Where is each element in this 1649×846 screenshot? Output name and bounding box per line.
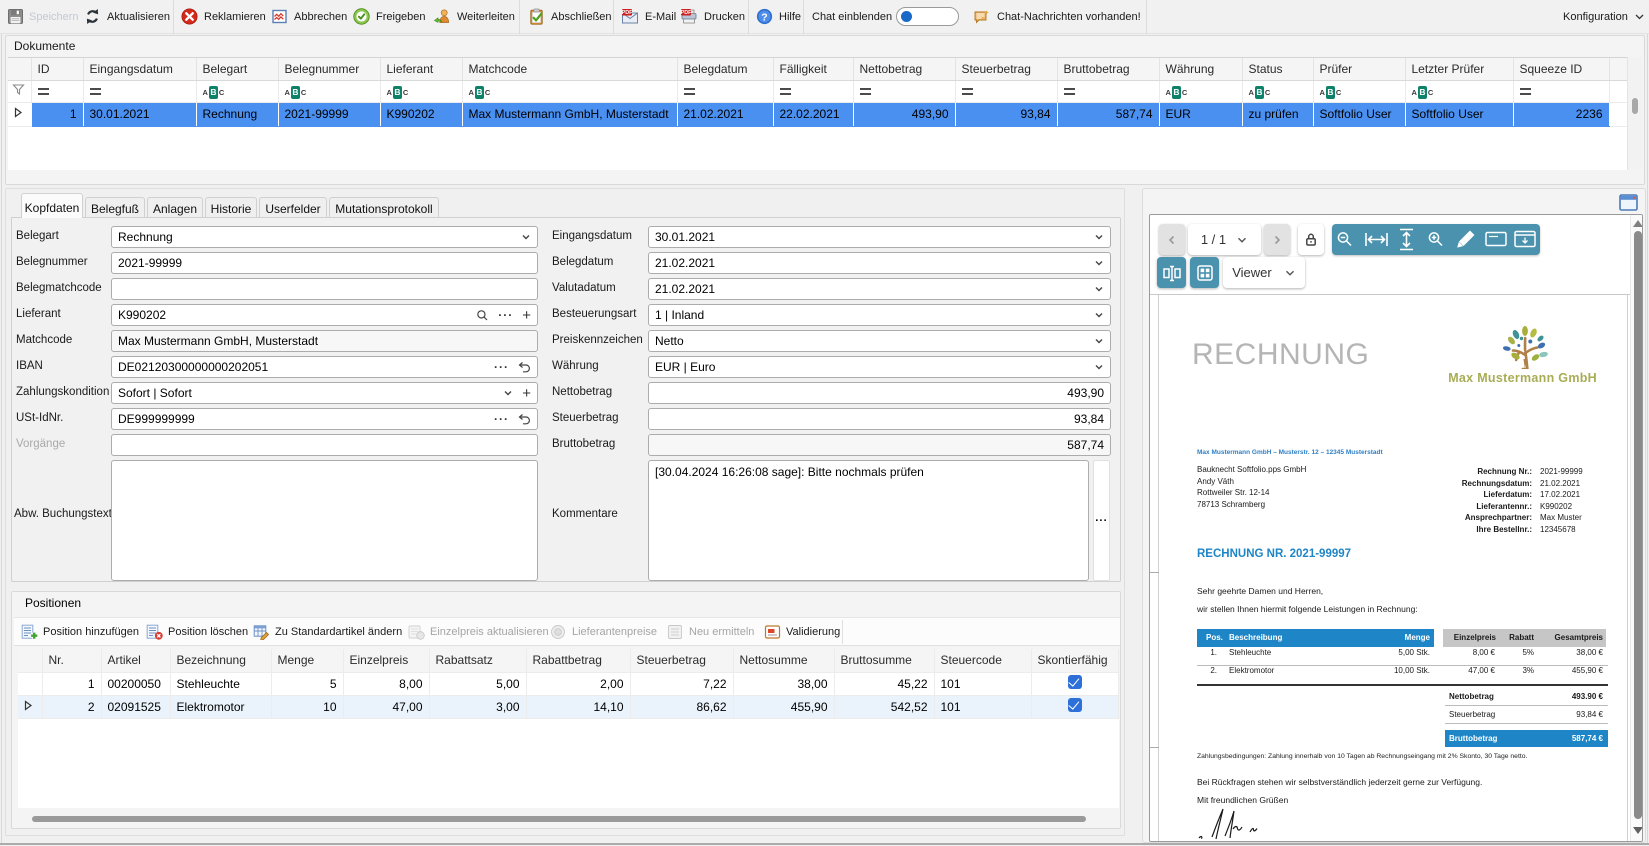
svg-text:PDF: PDF (622, 10, 633, 16)
svg-text:PDF: PDF (681, 10, 692, 16)
svg-text:?: ? (761, 11, 767, 23)
